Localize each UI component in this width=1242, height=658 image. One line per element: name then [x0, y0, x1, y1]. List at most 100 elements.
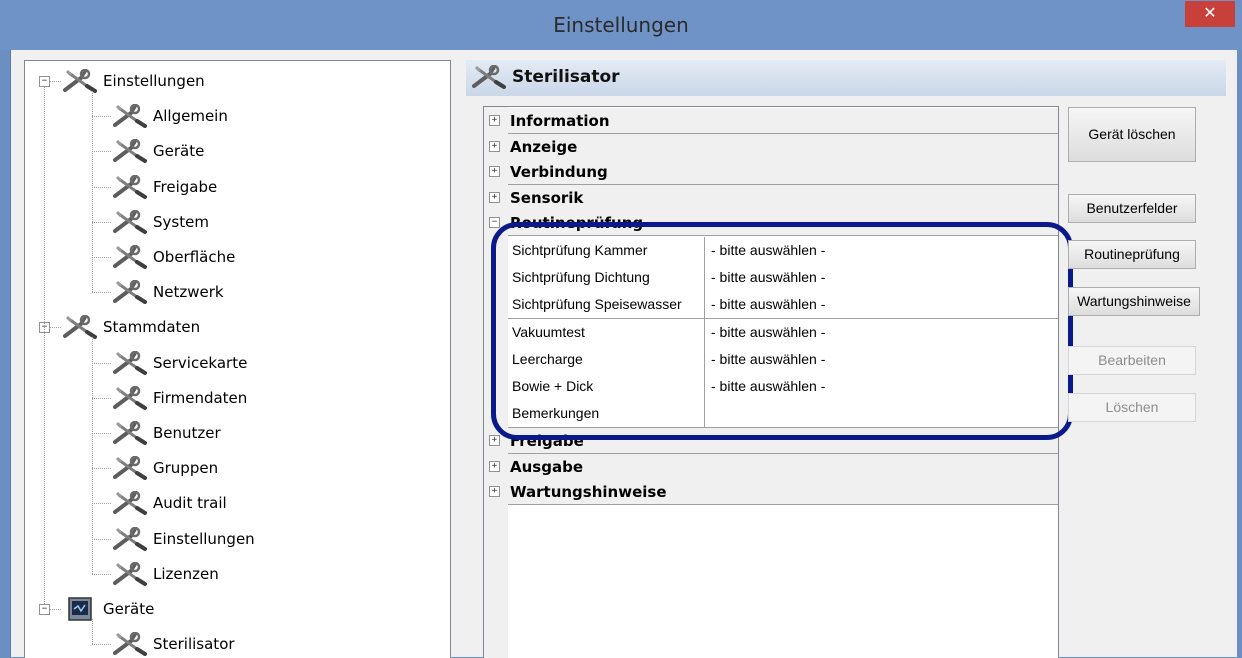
user-fields-button[interactable]: Benutzerfelder [1068, 194, 1196, 223]
tools-icon [111, 210, 147, 234]
tree-item[interactable]: System [111, 205, 209, 239]
expand-toggle[interactable]: + [489, 435, 500, 446]
tree-connector [92, 116, 111, 117]
tree-item-label: Lizenzen [153, 565, 219, 583]
tools-icon [111, 175, 147, 199]
close-button[interactable]: ✕ [1185, 1, 1235, 27]
panel-title: Sterilisator [512, 67, 620, 87]
tree-item[interactable]: Audit trail [111, 486, 227, 520]
expand-toggle[interactable]: + [489, 166, 500, 177]
grid-category[interactable]: + Anzeige [484, 133, 1058, 160]
tools-icon [61, 69, 97, 93]
tools-icon [470, 65, 506, 89]
tree-connector [92, 257, 111, 258]
tree-item-label: Geräte [103, 600, 155, 618]
category-background [508, 133, 1058, 160]
collapse-toggle[interactable]: − [489, 217, 500, 228]
tree-item-label: Gruppen [153, 459, 219, 477]
expand-toggle[interactable]: + [489, 486, 500, 497]
title-bar: Einstellungen ✕ [0, 0, 1242, 50]
tree-item[interactable]: Oberfläche [111, 240, 235, 274]
tree-item[interactable]: Einstellungen [111, 522, 255, 556]
category-label: Ausgabe [510, 457, 583, 476]
grid-category[interactable]: + Ausgabe [484, 453, 1058, 480]
tree-item-label: Stammdaten [103, 318, 201, 336]
collapse-toggle[interactable]: − [39, 604, 50, 615]
category-label: Verbindung [510, 163, 608, 181]
tree-item[interactable]: Stammdaten [61, 310, 200, 344]
tree-item[interactable]: Sterilisator [111, 627, 235, 658]
tools-icon [111, 280, 147, 304]
tree-connector [50, 81, 61, 82]
category-label: Anzeige [510, 137, 578, 156]
tree-connector [44, 86, 45, 604]
tree-item-label: Oberfläche [153, 248, 236, 266]
tools-icon [111, 351, 147, 375]
category-background [508, 184, 1058, 211]
expand-toggle[interactable]: + [489, 191, 500, 203]
tree-item-label: Freigabe [153, 178, 218, 196]
settings-tree[interactable]: − Einstellungen Allgemein Geräte Freigabe Sys… [24, 60, 451, 658]
expand-toggle[interactable]: + [489, 140, 500, 152]
tree-connector [50, 327, 61, 328]
tree-item[interactable]: Firmendaten [111, 381, 247, 415]
expand-toggle[interactable]: + [489, 115, 500, 126]
tree-item[interactable]: Lizenzen [111, 557, 219, 591]
tree-item-label: Servicekarte [153, 354, 248, 372]
maintenance-notes-button[interactable]: Wartungshinweise [1068, 287, 1200, 316]
category-label: Information [510, 112, 610, 130]
tree-item-label: System [153, 213, 209, 231]
edit-button[interactable]: Bearbeiten [1068, 346, 1196, 375]
highlight-ring [491, 222, 1073, 440]
tree-item[interactable]: Freigabe [111, 170, 217, 204]
tree-item-label: Netzwerk [153, 283, 224, 301]
tree-item-label: Sterilisator [153, 635, 235, 653]
tree-item[interactable]: Gruppen [111, 451, 218, 485]
tree-item[interactable]: Geräte [111, 134, 204, 168]
tree-connector [92, 619, 93, 644]
grid-category[interactable]: + Sensorik [484, 184, 1058, 211]
expand-toggle[interactable]: + [489, 460, 500, 472]
tree-item[interactable]: Allgemein [111, 99, 228, 133]
grid-category[interactable]: + Information [484, 108, 1058, 134]
tree-connector [92, 468, 111, 469]
tree-item-label: Geräte [153, 142, 205, 160]
tools-icon [111, 527, 147, 551]
tree-connector [92, 574, 111, 575]
tools-icon [111, 245, 147, 269]
tree-item[interactable]: Netzwerk [111, 275, 224, 309]
delete-button[interactable]: Löschen [1068, 393, 1196, 422]
tools-icon [61, 315, 97, 339]
category-label: Wartungshinweise [510, 483, 667, 501]
tree-item[interactable]: Benutzer [111, 416, 221, 450]
grid-category[interactable]: + Verbindung [484, 159, 1058, 185]
tree-item-label: Einstellungen [103, 72, 205, 90]
tools-icon [111, 386, 147, 410]
tree-item-label: Allgemein [153, 107, 228, 125]
tree-connector [92, 539, 111, 540]
tree-connector [92, 644, 111, 645]
tree-connector [92, 91, 93, 292]
tools-icon [111, 562, 147, 586]
tree-item[interactable]: Einstellungen [61, 64, 205, 98]
tree-connector [92, 433, 111, 434]
tree-connector [92, 363, 111, 364]
tree-connector [50, 609, 61, 610]
tools-icon [111, 491, 147, 515]
routine-check-button[interactable]: Routineprüfung [1068, 240, 1196, 269]
grid-category[interactable]: + Wartungshinweise [484, 479, 1058, 505]
tree-item-label: Firmendaten [153, 389, 248, 407]
tree-connector [92, 337, 93, 574]
tree-item[interactable]: Geräte [61, 592, 154, 626]
tree-item-label: Audit trail [153, 494, 227, 512]
tree-connector [92, 151, 111, 152]
delete-device-button[interactable]: Gerät löschen [1068, 107, 1196, 162]
tools-icon [111, 456, 147, 480]
tree-connector [92, 398, 111, 399]
category-background [508, 453, 1058, 480]
tree-item[interactable]: Servicekarte [111, 346, 247, 380]
tree-item-label: Einstellungen [153, 530, 255, 548]
device-monitor-icon [61, 597, 97, 621]
tree-connector [92, 187, 111, 188]
category-label: Sensorik [510, 188, 584, 207]
